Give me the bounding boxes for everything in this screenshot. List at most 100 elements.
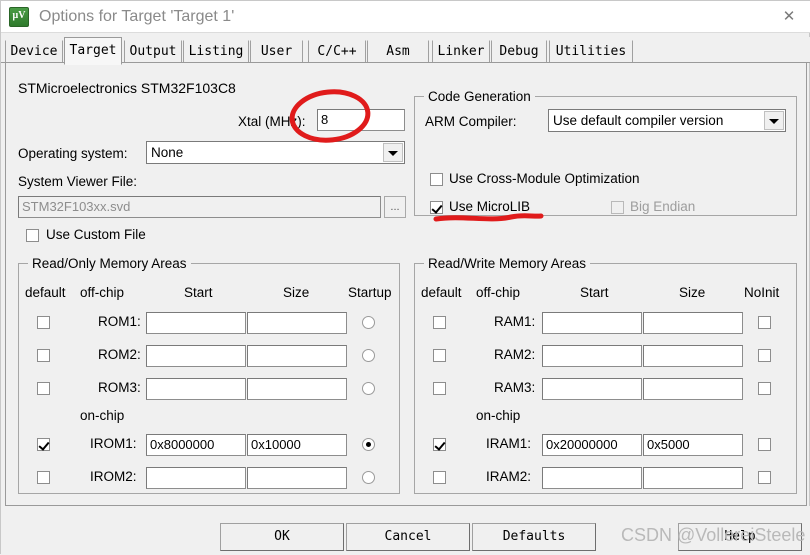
ram-size-input-ram3[interactable] [643, 378, 743, 400]
ram-noinit-checkbox-ram3[interactable] [758, 382, 771, 395]
ram-row-label-iram1: IRAM1: [486, 436, 532, 451]
rom-start-input-rom3[interactable] [146, 378, 246, 400]
ram-size-input-iram1[interactable]: 0x5000 [643, 434, 743, 456]
rom-header-size: Size [283, 285, 310, 300]
ram-header-start: Start [580, 285, 609, 300]
titlebar-divider [1, 32, 810, 33]
ram-size-input-ram2[interactable] [643, 345, 743, 367]
arm-compiler-combo[interactable]: Use default compiler version [548, 109, 786, 132]
use-microlib-checkbox[interactable] [430, 201, 443, 214]
chevron-down-icon[interactable] [383, 143, 403, 162]
ram-default-checkbox-ram2[interactable] [433, 349, 446, 362]
ram-noinit-checkbox-ram2[interactable] [758, 349, 771, 362]
ram-size-input-ram1[interactable] [643, 312, 743, 334]
ram-default-checkbox-iram1[interactable] [433, 438, 446, 451]
rom-onchip-label: on-chip [80, 408, 125, 423]
rom-start-input-rom2[interactable] [146, 345, 246, 367]
use-cross-module-optimization-label: Use Cross-Module Optimization [449, 171, 640, 186]
rom-default-checkbox-rom1[interactable] [37, 316, 50, 329]
rom-start-input-irom1[interactable]: 0x8000000 [146, 434, 246, 456]
tab-output[interactable]: Output [124, 40, 182, 63]
cancel-button[interactable]: Cancel [346, 523, 470, 551]
operating-system-label: Operating system: [18, 146, 128, 161]
ram-row-label-ram3: RAM3: [494, 380, 536, 395]
rom-default-checkbox-irom2[interactable] [37, 471, 50, 484]
rom-size-input-rom1[interactable] [247, 312, 347, 334]
device-name-label: STMicroelectronics STM32F103C8 [18, 80, 236, 96]
rom-row-label-rom2: ROM2: [98, 347, 141, 362]
ram-start-input-ram1[interactable] [542, 312, 642, 334]
rom-size-input-rom3[interactable] [247, 378, 347, 400]
rom-size-input-rom2[interactable] [247, 345, 347, 367]
ram-header-last: NoInit [744, 285, 780, 300]
rom-size-input-irom1[interactable]: 0x10000 [247, 434, 347, 456]
code-generation-title: Code Generation [424, 89, 535, 104]
footer-bar: OK Cancel Defaults Help [1, 506, 810, 555]
tab-user[interactable]: User [250, 40, 303, 63]
arm-compiler-label: ARM Compiler: [425, 114, 517, 129]
ram-noinit-checkbox-iram2[interactable] [758, 471, 771, 484]
system-viewer-file-input: STM32F103xx.svd [18, 196, 381, 218]
rom-row-label-irom2: IROM2: [90, 469, 137, 484]
ram-default-checkbox-ram1[interactable] [433, 316, 446, 329]
ram-row-label-ram2: RAM2: [494, 347, 536, 362]
rom-header-start: Start [184, 285, 213, 300]
use-custom-file-checkbox[interactable] [26, 229, 39, 242]
rom-header-offchip: off-chip [80, 285, 125, 300]
ram-row-label-iram2: IRAM2: [486, 469, 532, 484]
title-bar: Options for Target 'Target 1' ✕ [1, 1, 810, 33]
chevron-down-icon[interactable] [764, 111, 784, 130]
tab-asm[interactable]: Asm [367, 40, 429, 63]
rom-start-input-irom2[interactable] [146, 467, 246, 489]
ram-size-input-iram2[interactable] [643, 467, 743, 489]
ram-start-input-iram2[interactable] [542, 467, 642, 489]
use-custom-file-label: Use Custom File [46, 227, 146, 242]
ram-default-checkbox-ram3[interactable] [433, 382, 446, 395]
tab-target[interactable]: Target [64, 37, 122, 65]
operating-system-combo[interactable]: None [146, 141, 405, 164]
rom-size-input-irom2[interactable] [247, 467, 347, 489]
big-endian-checkbox [611, 201, 624, 214]
rom-default-checkbox-irom1[interactable] [37, 438, 50, 451]
rom-startup-radio-irom1[interactable] [362, 438, 375, 451]
read-only-memory-title: Read/Only Memory Areas [28, 256, 191, 271]
xtal-input[interactable]: 8 [317, 109, 405, 131]
system-viewer-browse-button[interactable]: ... [384, 196, 406, 218]
help-button[interactable]: Help [678, 523, 802, 551]
rom-startup-radio-rom1[interactable] [362, 316, 375, 329]
rom-startup-radio-irom2[interactable] [362, 471, 375, 484]
rom-default-checkbox-rom2[interactable] [37, 349, 50, 362]
arm-compiler-value: Use default compiler version [553, 113, 724, 128]
tab-device[interactable]: Device [5, 40, 63, 63]
ram-start-input-iram1[interactable]: 0x20000000 [542, 434, 642, 456]
xtal-label: Xtal (MHz): [238, 114, 306, 129]
rom-startup-radio-rom3[interactable] [362, 382, 375, 395]
ram-header-default: default [421, 285, 462, 300]
ram-start-input-ram3[interactable] [542, 378, 642, 400]
target-settings-panel: STMicroelectronics STM32F103C8 Xtal (MHz… [5, 63, 807, 506]
ram-default-checkbox-iram2[interactable] [433, 471, 446, 484]
close-icon[interactable]: ✕ [767, 1, 810, 31]
defaults-button[interactable]: Defaults [472, 523, 596, 551]
rom-header-last: Startup [348, 285, 392, 300]
rom-startup-radio-rom2[interactable] [362, 349, 375, 362]
operating-system-value: None [151, 145, 184, 160]
tab-linker[interactable]: Linker [432, 40, 490, 63]
ram-header-size: Size [679, 285, 706, 300]
use-cross-module-optimization-checkbox[interactable] [430, 173, 443, 186]
ram-onchip-label: on-chip [476, 408, 521, 423]
tab-debug[interactable]: Debug [491, 40, 547, 63]
ram-noinit-checkbox-iram1[interactable] [758, 438, 771, 451]
ram-start-input-ram2[interactable] [542, 345, 642, 367]
big-endian-label: Big Endian [630, 199, 696, 214]
tab-listing[interactable]: Listing [183, 40, 249, 63]
use-microlib-label: Use MicroLIB [449, 199, 531, 214]
ok-button[interactable]: OK [220, 523, 344, 551]
rom-start-input-rom1[interactable] [146, 312, 246, 334]
tab-strip: Device Target Output Listing User C/C++ Asm Lin… [1, 37, 810, 65]
tab-c-c[interactable]: C/C++ [308, 40, 366, 63]
rom-default-checkbox-rom3[interactable] [37, 382, 50, 395]
tab-utilities[interactable]: Utilities [549, 40, 633, 63]
ram-noinit-checkbox-ram1[interactable] [758, 316, 771, 329]
rom-header-default: default [25, 285, 66, 300]
